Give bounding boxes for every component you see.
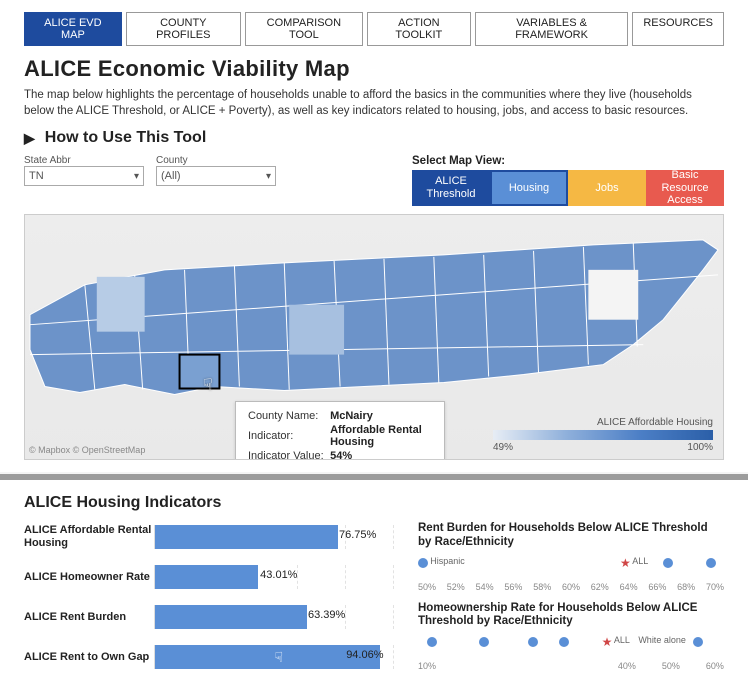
bar-value: 63.39% <box>308 609 345 621</box>
howto-toggle[interactable]: ▶ How to Use This Tool <box>24 129 724 147</box>
dotplot2-axis: 10%40%50%60% <box>418 661 724 671</box>
tooltip-county-label: County Name: <box>248 410 328 422</box>
page-description: The map below highlights the percentage … <box>24 88 724 119</box>
bar-row: ALICE Affordable Rental Housing 76.75% <box>24 522 394 552</box>
page-title: ALICE Economic Viability Map <box>24 56 724 82</box>
tab-county-profiles[interactable]: COUNTY PROFILES <box>126 12 241 46</box>
dotplot-rent-burden: Hispanic ★ALL <box>418 556 724 580</box>
indicator-bar-chart: ALICE Affordable Rental Housing 76.75% A… <box>24 522 394 682</box>
play-icon: ▶ <box>24 130 35 147</box>
tab-comparison-tool[interactable]: COMPARISON TOOL <box>245 12 363 46</box>
howto-label: How to Use This Tool <box>45 129 206 147</box>
county-filter-label: County <box>156 155 276 166</box>
legend-gradient <box>493 430 713 440</box>
map-tooltip: County Name:McNairy Indicator:Affordable… <box>235 401 445 460</box>
cursor-icon: ☟ <box>203 375 213 395</box>
choropleth-map[interactable]: ☟ County Name:McNairy Indicator:Affordab… <box>24 214 724 460</box>
tab-alice-evd-map[interactable]: ALICE EVD MAP <box>24 12 122 46</box>
tooltip-indicator-label: Indicator: <box>248 424 328 448</box>
bar-label: ALICE Rent to Own Gap <box>24 651 154 664</box>
housing-indicators-title: ALICE Housing Indicators <box>24 494 724 512</box>
tooltip-county-value: McNairy <box>330 410 432 422</box>
tooltip-value-label: Indicator Value: <box>248 450 328 460</box>
tab-action-toolkit[interactable]: ACTION TOOLKIT <box>367 12 471 46</box>
bar-label: ALICE Rent Burden <box>24 611 154 624</box>
bar-fill <box>155 565 258 589</box>
county-select[interactable]: (All) <box>156 166 276 186</box>
dotplot2-title: Homeownership Rate for Households Below … <box>418 602 724 630</box>
state-filter-label: State Abbr <box>24 155 144 166</box>
bar-row: ALICE Rent Burden 63.39% <box>24 602 394 632</box>
tooltip-indicator-value: Affordable Rental Housing <box>330 424 432 448</box>
bar-value: 43.01% <box>260 569 297 581</box>
legend-title: ALICE Affordable Housing <box>493 417 713 428</box>
tab-variables-framework[interactable]: VARIABLES & FRAMEWORK <box>475 12 629 46</box>
map-legend: ALICE Affordable Housing 49%100% <box>493 417 713 453</box>
map-attribution: © Mapbox © OpenStreetMap <box>29 445 145 455</box>
bar-fill <box>155 525 338 549</box>
dotplot1-axis: 50%52%54%56%58%60%62%64%66%68%70% <box>418 582 724 592</box>
mapview-housing[interactable]: Housing <box>490 170 568 206</box>
mapview-basic-resource[interactable]: Basic Resource Access <box>646 170 724 206</box>
dotplot-homeownership: ★ALL White alone <box>418 635 724 659</box>
bar-value: 94.06% <box>346 649 383 661</box>
cursor-icon: ☟ <box>275 649 284 666</box>
mapview-jobs[interactable]: Jobs <box>568 170 646 206</box>
state-select[interactable]: TN <box>24 166 144 186</box>
nav-tabs: ALICE EVD MAP COUNTY PROFILES COMPARISON… <box>24 12 724 46</box>
mapview-alice-threshold[interactable]: ALICE Threshold <box>412 170 490 206</box>
tab-resources[interactable]: RESOURCES <box>632 12 724 46</box>
bar-row: ALICE Homeowner Rate 43.01% <box>24 562 394 592</box>
dotplot1-title: Rent Burden for Households Below ALICE T… <box>418 522 724 550</box>
bar-value: 76.75% <box>339 529 376 541</box>
bar-fill <box>155 605 307 629</box>
bar-label: ALICE Affordable Rental Housing <box>24 524 154 549</box>
tooltip-value: 54% <box>330 450 432 460</box>
mapview-label: Select Map View: <box>412 155 724 167</box>
bar-label: ALICE Homeowner Rate <box>24 571 154 584</box>
